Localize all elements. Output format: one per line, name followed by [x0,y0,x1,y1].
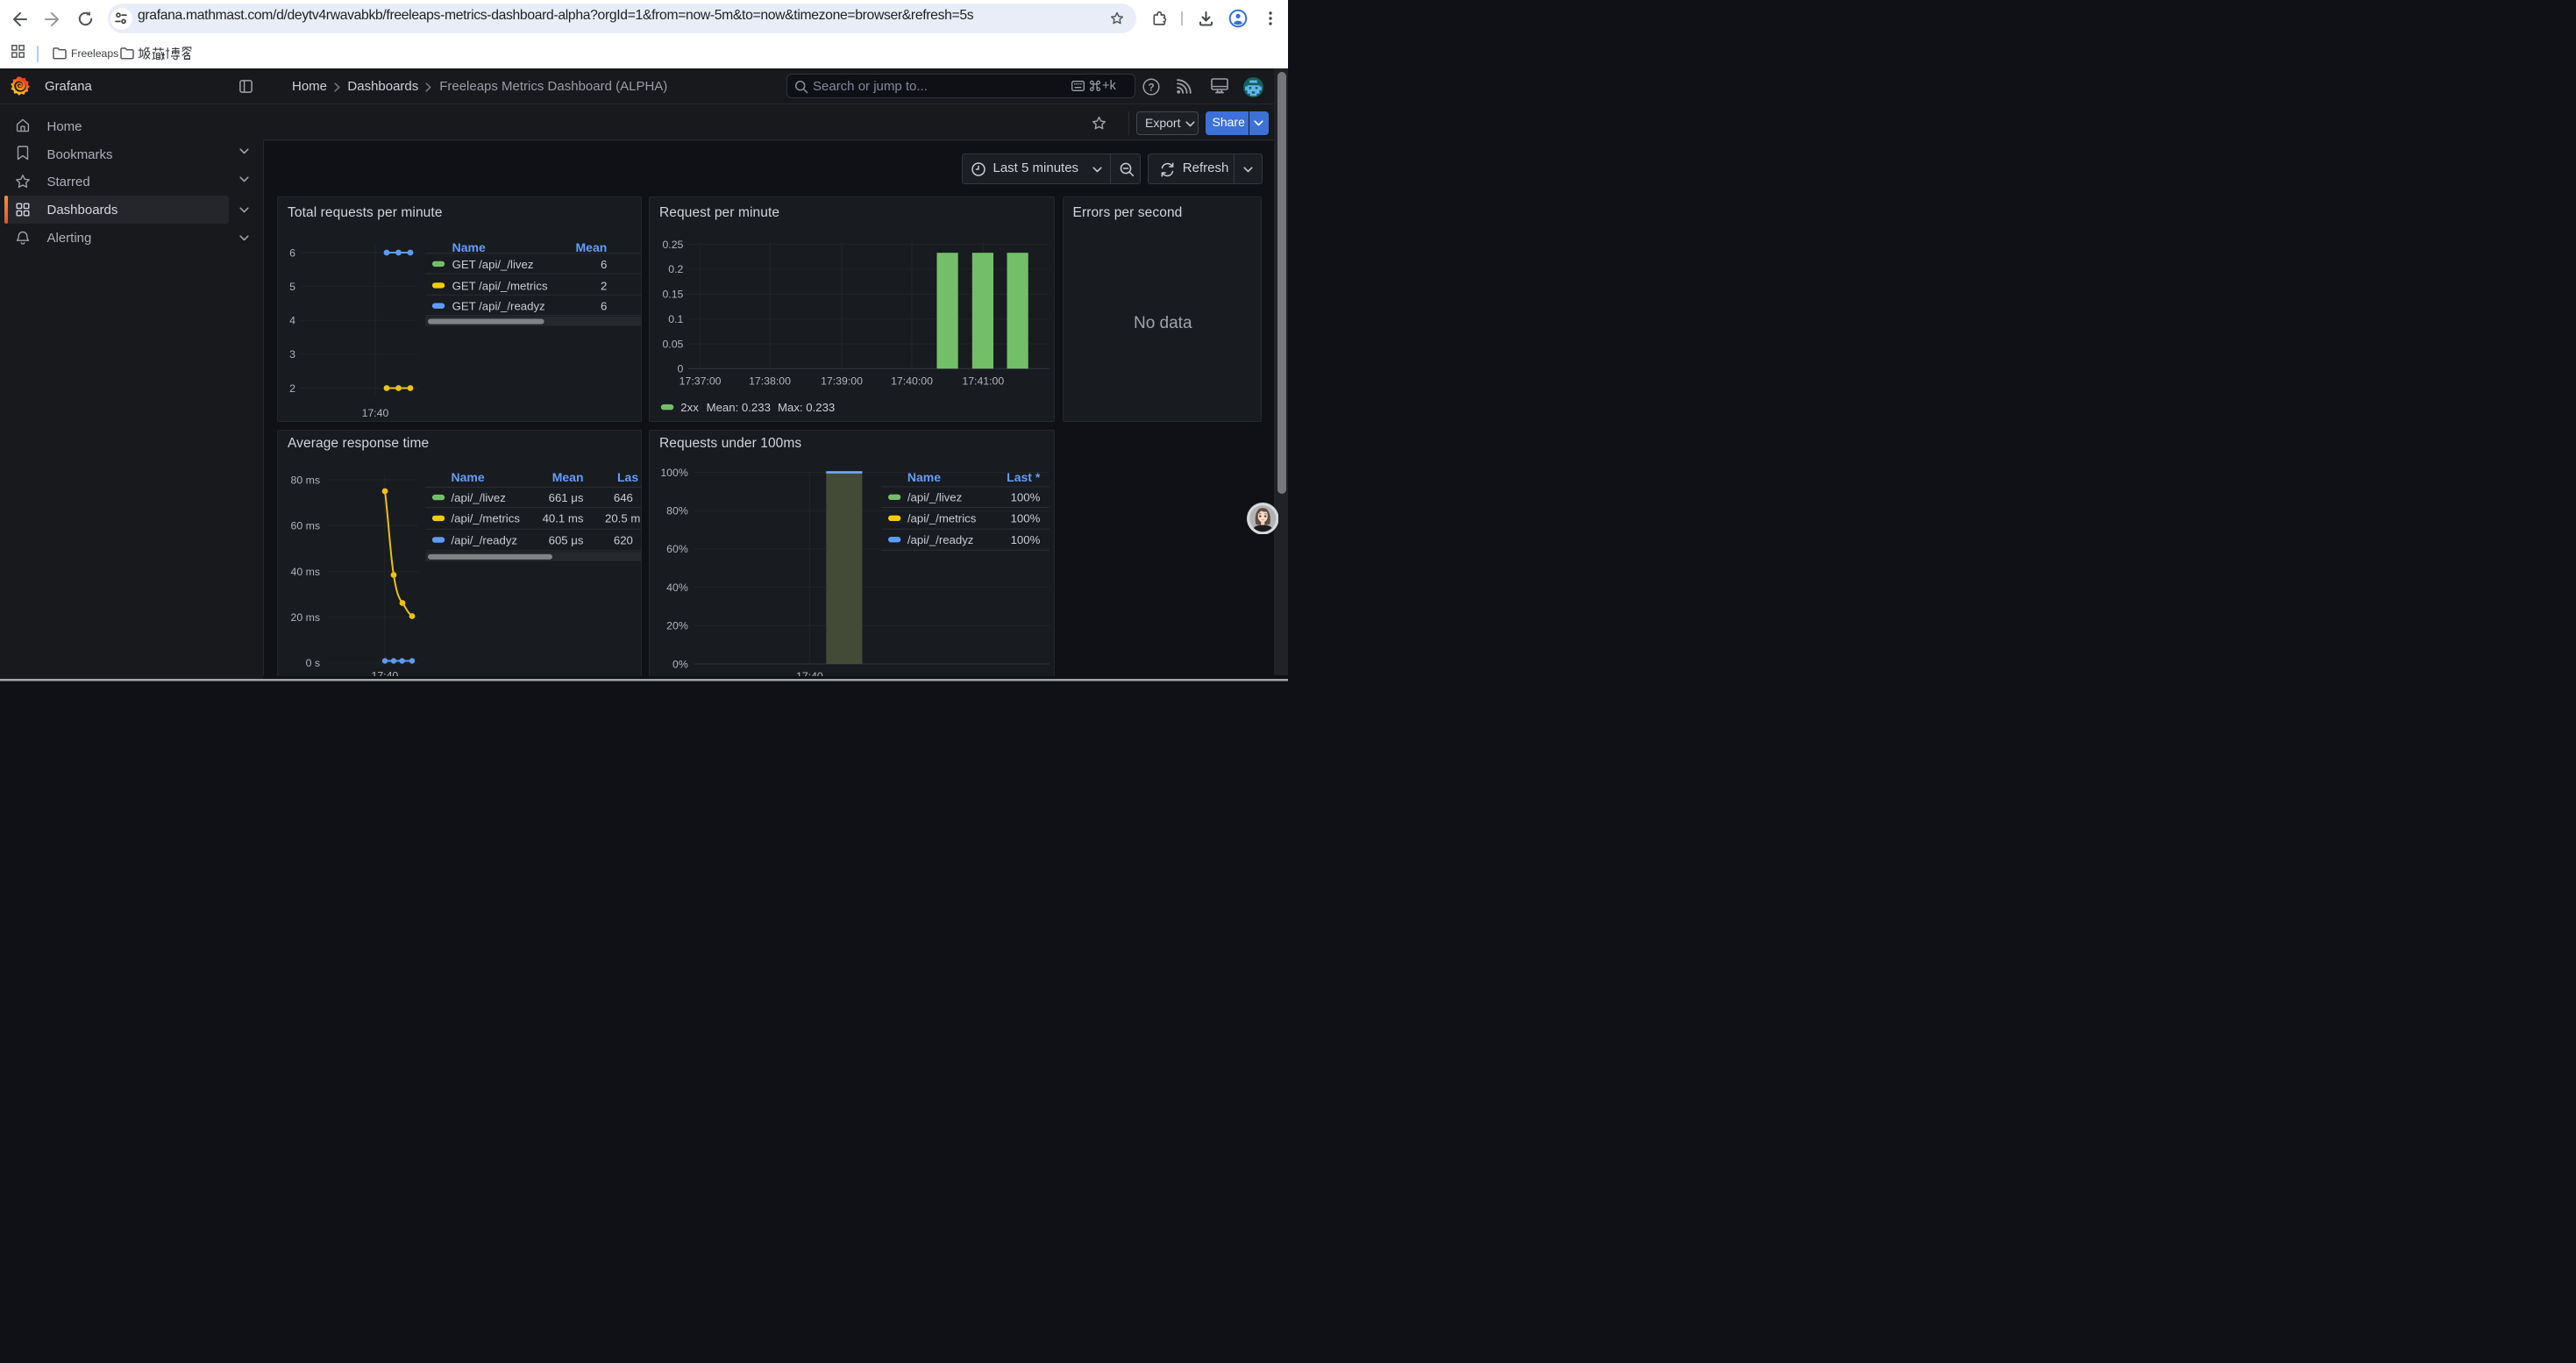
svg-text:6: 6 [289,246,295,259]
svg-text:0%: 0% [672,658,688,670]
svg-text:Las: Las [617,470,638,484]
svg-text:Name: Name [452,239,486,253]
svg-text:0.25: 0.25 [662,238,683,250]
svg-text:Mean: Mean [552,470,584,484]
svg-text:40.1 ms: 40.1 ms [543,511,584,525]
svg-text:100%: 100% [1011,511,1041,525]
svg-text:2: 2 [601,279,607,292]
svg-text:Name: Name [907,470,941,484]
svg-text:/api/_/livez: /api/_/livez [907,490,962,503]
svg-text:4: 4 [289,314,295,326]
svg-text:0.1: 0.1 [668,312,683,325]
svg-text:646: 646 [614,490,633,503]
svg-text:0 s: 0 s [306,657,320,669]
svg-text:80 ms: 80 ms [291,474,321,486]
svg-text:17:38:00: 17:38:00 [749,375,791,387]
svg-text:0.2: 0.2 [668,263,683,275]
svg-text:40 ms: 40 ms [291,565,321,577]
svg-text:17:40: 17:40 [372,669,399,676]
svg-text:60 ms: 60 ms [291,519,321,532]
svg-text:60%: 60% [666,543,688,555]
svg-text:Max: 0.233: Max: 0.233 [778,401,835,414]
svg-text:20%: 20% [666,619,688,632]
svg-text:GET /api/_/livez: GET /api/_/livez [452,257,534,270]
svg-text:17:40: 17:40 [362,407,389,419]
svg-text:/api/_/livez: /api/_/livez [452,490,506,503]
svg-text:6: 6 [601,257,607,270]
svg-text:/api/_/readyz: /api/_/readyz [452,533,518,546]
svg-text:17:37:00: 17:37:00 [680,375,722,387]
svg-text:620: 620 [614,533,633,546]
svg-text:GET /api/_/metrics: GET /api/_/metrics [452,279,548,292]
svg-text:6: 6 [601,299,607,312]
svg-text:20 ms: 20 ms [291,611,321,624]
svg-text:5: 5 [289,280,295,292]
svg-text:80%: 80% [666,504,688,517]
svg-text:20.5 m: 20.5 m [605,511,640,525]
svg-text:17:40: 17:40 [796,669,823,675]
svg-text:2: 2 [289,382,295,394]
svg-text:0.15: 0.15 [662,288,683,300]
svg-text:/api/_/metrics: /api/_/metrics [907,511,977,525]
svg-text:/api/_/readyz: /api/_/readyz [907,533,974,546]
svg-text:40%: 40% [666,581,688,593]
svg-text:/api/_/metrics: /api/_/metrics [452,511,521,525]
svg-text:3: 3 [289,348,295,360]
svg-text:GET /api/_/readyz: GET /api/_/readyz [452,299,545,312]
svg-text:100%: 100% [1011,533,1041,546]
svg-text:17:41:00: 17:41:00 [962,375,1004,387]
svg-text:100%: 100% [660,466,688,478]
svg-text:Name: Name [452,470,485,484]
svg-text:Last *: Last * [1007,470,1041,484]
svg-text:?: ? [1148,81,1154,93]
svg-text:2xx: 2xx [680,401,699,414]
svg-text:17:40:00: 17:40:00 [891,375,933,387]
svg-text:605 μs: 605 μs [549,533,584,546]
svg-text:661 μs: 661 μs [549,490,584,503]
svg-text:100%: 100% [1011,490,1041,503]
svg-text:0.05: 0.05 [662,338,683,350]
svg-text:0: 0 [678,362,684,375]
svg-text:17:39:00: 17:39:00 [821,375,863,387]
svg-text:Mean: 0.233: Mean: 0.233 [707,401,771,414]
svg-text:Mean: Mean [576,239,608,253]
